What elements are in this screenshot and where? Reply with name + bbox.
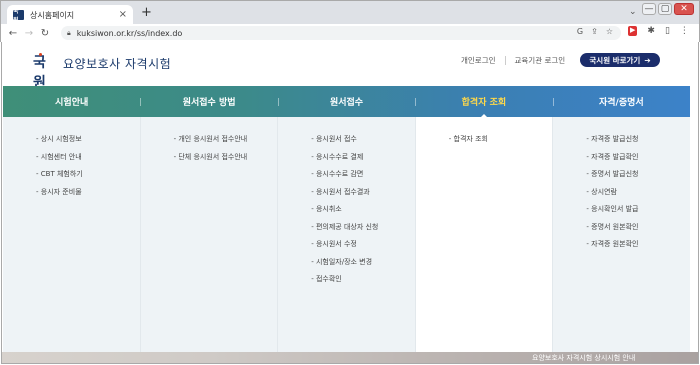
submenu-item[interactable]: 응시확인서 발급 [586, 201, 690, 219]
submenu-item[interactable]: 증명서 원본확인 [586, 219, 690, 237]
nav-menu-exam-info[interactable]: 시험안내 [3, 86, 140, 117]
submenu-item[interactable]: 응시원서 수정 [311, 236, 415, 254]
submenu-item[interactable]: 응시취소 [311, 201, 415, 219]
back-arrow-icon[interactable]: ← [5, 28, 21, 39]
submenu-item[interactable]: 자격증 발급신청 [586, 131, 690, 149]
new-tab-button[interactable]: + [141, 6, 152, 19]
maximize-icon[interactable]: ▢ [658, 3, 672, 15]
share-icon[interactable]: ⇪ [591, 27, 598, 36]
reload-icon[interactable]: ↻ [37, 28, 53, 39]
nav-menu-application-method[interactable]: 원서접수 방법 [140, 86, 277, 117]
puzzle-extensions-icon[interactable]: ✱ [647, 26, 655, 36]
submenu-item[interactable]: 자격증 원본확인 [586, 236, 690, 254]
submenu-item[interactable]: 합격자 조회 [449, 131, 553, 149]
global-nav: 시험안내 원서접수 방법 원서접수 합격자 조회 자격/증명서 [3, 86, 690, 118]
forward-arrow-icon[interactable]: → [21, 28, 37, 39]
nav-menu-application[interactable]: 원서접수 [277, 86, 415, 117]
submenu-item[interactable]: 접수확인 [311, 271, 415, 289]
site-favicon-icon: 국원 [13, 8, 24, 24]
side-panel-icon[interactable]: ▯ [665, 26, 670, 36]
address-toolbar: ← → ↻ 🔒︎ kuksiwon.or.kr/ss/index.do G ⇪ … [0, 24, 700, 42]
video-extension-icon[interactable]: ▶ [628, 26, 638, 36]
hero-banner-strip: 요양보호사 자격시험 상시시험 안내 [2, 352, 698, 363]
shortcut-label: 국시원 바로가기 [589, 55, 641, 65]
google-translate-icon[interactable]: G [577, 27, 583, 36]
tab-title: 상시홈페이지 [30, 10, 75, 20]
submenu-item[interactable]: 응시수수료 결제 [311, 149, 415, 167]
site-header: 국원 요양보호사 자격시험 개인로그인 교육기관 로그인 국시원 바로가기 ➔ [2, 42, 698, 91]
url-text: kuksiwon.or.kr/ss/index.do [76, 28, 183, 38]
browser-tab-strip: 국원 상시홈페이지 × + ⌄ — ▢ ✕ [0, 0, 700, 25]
submenu-item[interactable]: 상시연람 [586, 184, 690, 202]
site-name: 요양보호사 자격시험 [63, 56, 172, 71]
web-page: 국원 요양보호사 자격시험 개인로그인 교육기관 로그인 국시원 바로가기 ➔ … [1, 42, 699, 364]
lock-icon: 🔒︎ [67, 28, 71, 37]
submenu-item[interactable]: 시험일자/장소 변경 [311, 254, 415, 272]
submenu-item[interactable]: CBT 체험하기 [36, 166, 140, 184]
close-window-icon[interactable]: ✕ [674, 3, 694, 15]
submenu-item[interactable]: 자격증 발급확인 [586, 149, 690, 167]
submenu-item[interactable]: 응시원서 접수결과 [311, 184, 415, 202]
bookmark-star-icon[interactable]: ☆ [606, 27, 613, 36]
submenu-certificates: 자격증 발급신청 자격증 발급확인 증명서 발급신청 상시연람 응시확인서 발급… [552, 117, 690, 352]
submenu-item[interactable]: 응시자 준비물 [36, 184, 140, 202]
browser-tab[interactable]: 국원 상시홈페이지 × [7, 5, 133, 25]
nav-menu-pass-lookup[interactable]: 합격자 조회 [415, 86, 552, 118]
mega-menu-dropdown: 상시 시험정보 시험센터 안내 CBT 체험하기 응시자 준비물 개인 응시원서… [3, 117, 690, 352]
arrow-right-icon: ➔ [644, 55, 651, 65]
submenu-item[interactable]: 단체 응시원서 접수안내 [174, 149, 278, 167]
submenu-exam-info: 상시 시험정보 시험센터 안내 CBT 체험하기 응시자 준비물 [3, 117, 140, 352]
submenu-item[interactable]: 응시수수료 감면 [311, 166, 415, 184]
nav-menu-certificates[interactable]: 자격/증명서 [552, 86, 690, 117]
logo-mark-icon: 국원 [33, 53, 57, 91]
submenu-item[interactable]: 증명서 발급신청 [586, 166, 690, 184]
site-logo[interactable]: 국원 요양보호사 자격시험 [33, 53, 172, 91]
submenu-application-method: 개인 응시원서 접수안내 단체 응시원서 접수안내 [139, 117, 278, 352]
tab-search-icon[interactable]: ⌄ [629, 7, 637, 17]
omnibox[interactable]: 🔒︎ kuksiwon.or.kr/ss/index.do G ⇪ ☆ [61, 26, 621, 40]
omnibox-actions: G ⇪ ☆ [577, 27, 613, 36]
submenu-item[interactable]: 편의제공 대상자 신청 [311, 219, 415, 237]
submenu-pass-lookup: 합격자 조회 [414, 117, 553, 352]
window-controls: — ▢ ✕ [642, 3, 694, 15]
submenu-item[interactable]: 상시 시험정보 [36, 131, 140, 149]
util-links: 개인로그인 교육기관 로그인 [461, 55, 565, 66]
minimize-icon[interactable]: — [642, 3, 656, 15]
institution-login-link[interactable]: 교육기관 로그인 [515, 55, 566, 66]
menu-kebab-icon[interactable]: ⋮ [680, 26, 689, 36]
personal-login-link[interactable]: 개인로그인 [461, 55, 496, 66]
submenu-item[interactable]: 응시원서 접수 [311, 131, 415, 149]
submenu-item[interactable]: 개인 응시원서 접수안내 [174, 131, 278, 149]
banner-text: 요양보호사 자격시험 상시시험 안내 [532, 354, 636, 362]
util-divider [504, 56, 506, 65]
tab-close-icon[interactable]: × [119, 10, 127, 20]
kuksiwon-shortcut-button[interactable]: 국시원 바로가기 ➔ [580, 53, 660, 67]
extension-toolbar: ▶ ✱ ▯ ⋮ [628, 26, 689, 36]
submenu-item[interactable]: 시험센터 안내 [36, 149, 140, 167]
submenu-application: 응시원서 접수 응시수수료 결제 응시수수료 감면 응시원서 접수결과 응시취소… [277, 117, 415, 352]
